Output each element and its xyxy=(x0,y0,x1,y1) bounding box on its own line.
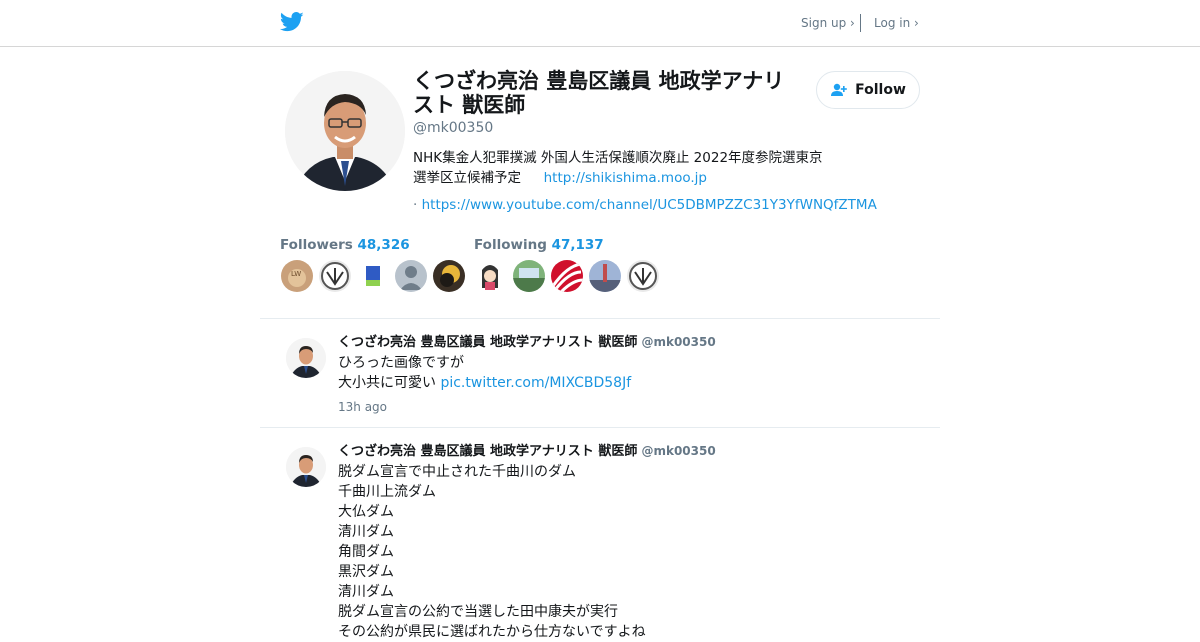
tweet-header: くつざわ亮治 豊島区議員 地政学アナリスト 獣医師 @mk00350 xyxy=(338,440,716,459)
followers-count: 48,326 xyxy=(357,237,410,253)
tweet-line: ひろった画像ですが xyxy=(338,355,464,371)
profile-avatar[interactable] xyxy=(285,71,405,191)
tweet-line: 黒沢ダム xyxy=(338,564,394,580)
bio-youtube-link[interactable]: https://www.youtube.com/channel/UC5DBMPZ… xyxy=(422,197,877,213)
svg-text:LW: LW xyxy=(291,270,301,278)
follower-avatar[interactable] xyxy=(474,260,506,292)
tweet-line: 角間ダム xyxy=(338,544,394,560)
following-stat[interactable]: Following 47,137 xyxy=(474,237,604,253)
tweet-author-name[interactable]: くつざわ亮治 豊島区議員 地政学アナリスト 獣医師 xyxy=(338,335,637,350)
signup-link[interactable]: Sign up › xyxy=(801,16,855,30)
divider xyxy=(260,318,940,319)
add-user-icon xyxy=(831,83,847,96)
tweet-text: ひろった画像ですが 大小共に可愛い pic.twitter.com/MIXCBD… xyxy=(338,353,898,393)
tweet-line: 清川ダム xyxy=(338,524,394,540)
tweet-text: 脱ダム宣言で中止された千曲川のダム 千曲川上流ダム 大仏ダム 清川ダム 角間ダム… xyxy=(338,462,898,642)
tweet-header: くつざわ亮治 豊島区議員 地政学アナリスト 獣医師 @mk00350 xyxy=(338,331,716,350)
follower-avatar[interactable] xyxy=(627,260,659,292)
profile-handle: @mk00350 xyxy=(413,120,494,136)
divider xyxy=(260,427,940,428)
bio-line-2-text: 選挙区立候補予定 xyxy=(413,170,521,186)
tweet-author-name[interactable]: くつざわ亮治 豊島区議員 地政学アナリスト 獣医師 xyxy=(338,444,637,459)
tweet-line: 千曲川上流ダム xyxy=(338,484,436,500)
tweet-avatar[interactable] xyxy=(286,447,326,487)
tweet-timestamp[interactable]: 13h ago xyxy=(338,400,387,414)
follower-avatar[interactable] xyxy=(319,260,351,292)
bio-dot: · xyxy=(413,197,418,213)
followers-label: Followers xyxy=(280,237,353,253)
follower-avatar[interactable] xyxy=(513,260,545,292)
profile-name: くつざわ亮治 豊島区議員 地政学アナリスト 獣医師 xyxy=(413,69,785,117)
nav-separator xyxy=(860,14,861,32)
follower-avatar[interactable] xyxy=(433,260,465,292)
followers-stat[interactable]: Followers 48,326 xyxy=(280,237,410,253)
follower-avatar[interactable] xyxy=(357,260,389,292)
tweet-line: 清川ダム xyxy=(338,584,394,600)
following-count: 47,137 xyxy=(551,237,604,253)
follow-label: Follow xyxy=(855,82,906,98)
tweet-line: 大仏ダム xyxy=(338,504,394,520)
top-bar: Sign up › Log in › xyxy=(0,0,1200,47)
tweet-line: 脱ダム宣言の公約で当選した田中康夫が実行 xyxy=(338,604,618,620)
tweet-line-text: 大小共に可愛い xyxy=(338,375,436,391)
login-link[interactable]: Log in › xyxy=(874,16,919,30)
bio-youtube-row: · https://www.youtube.com/channel/UC5DBM… xyxy=(413,197,877,213)
tweet-avatar[interactable] xyxy=(286,338,326,378)
following-label: Following xyxy=(474,237,547,253)
twitter-bird-icon[interactable] xyxy=(280,11,304,33)
follow-button[interactable]: Follow xyxy=(816,71,920,109)
bio-line-2: 選挙区立候補予定 http://shikishima.moo.jp xyxy=(413,168,853,188)
tweet-line: 大小共に可愛い pic.twitter.com/MIXCBD58Jf xyxy=(338,373,898,393)
bio-line-1: NHK集金人犯罪撲滅 外国人生活保護順次廃止 2022年度参院選東京 xyxy=(413,150,823,166)
follower-avatar[interactable] xyxy=(395,260,427,292)
follower-avatar[interactable] xyxy=(551,260,583,292)
follower-avatar[interactable] xyxy=(589,260,621,292)
tweet-author-handle[interactable]: @mk00350 xyxy=(641,444,715,458)
tweet-author-handle[interactable]: @mk00350 xyxy=(641,335,715,349)
tweet-media-link[interactable]: pic.twitter.com/MIXCBD58Jf xyxy=(440,375,631,391)
tweet-line: 脱ダム宣言で中止された千曲川のダム xyxy=(338,464,576,480)
profile-bio: NHK集金人犯罪撲滅 外国人生活保護順次廃止 2022年度参院選東京 選挙区立候… xyxy=(413,148,853,188)
follower-avatar[interactable]: LW xyxy=(281,260,313,292)
bio-website-link[interactable]: http://shikishima.moo.jp xyxy=(544,170,707,186)
tweet-line: その公約が県民に選ばれたから仕方ないですよね xyxy=(338,624,646,640)
